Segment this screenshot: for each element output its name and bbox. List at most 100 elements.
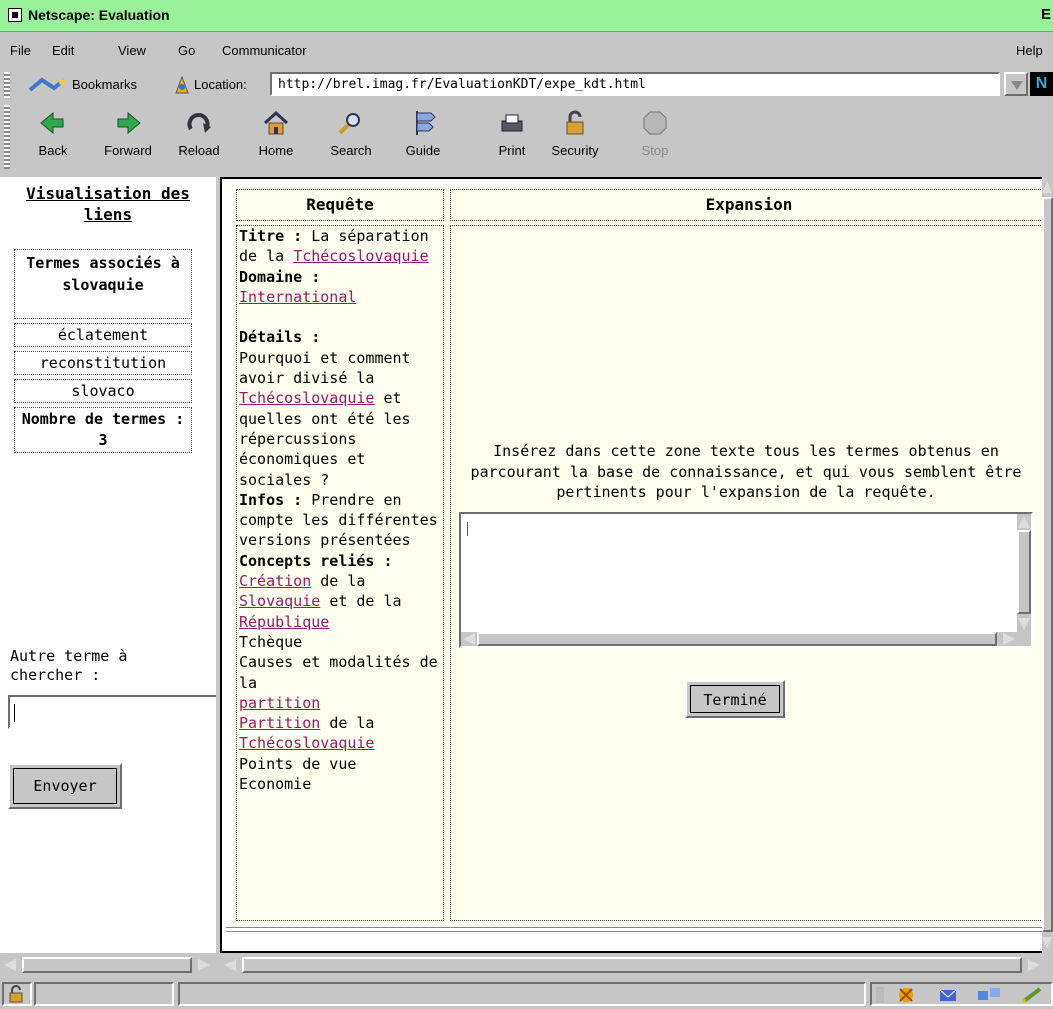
term-item[interactable]: slovaco [14, 379, 192, 403]
scroll-right-icon[interactable] [1003, 633, 1015, 645]
reload-button[interactable]: Reload [168, 105, 230, 171]
reload-icon [187, 113, 211, 133]
concepts-label: Concepts reliés : [239, 551, 393, 570]
search-button[interactable]: Search [320, 105, 382, 171]
status-message [178, 982, 866, 1006]
domain-label: Domaine : [239, 267, 321, 286]
toolbar-grip[interactable] [4, 105, 10, 169]
other-term-input[interactable] [8, 695, 216, 729]
menu-bar: File Edit View Go Communicator Help [0, 36, 1053, 64]
composer-icon[interactable] [1022, 987, 1042, 1003]
back-button[interactable]: Back [22, 105, 84, 171]
print-label: Print [498, 143, 526, 158]
details-link[interactable]: Tchécoslovaquie [239, 389, 374, 407]
stop-label: Stop [641, 143, 669, 158]
concept-link-partition-2[interactable]: Partition [239, 714, 320, 732]
url-input[interactable]: http://brel.imag.fr/EvaluationKDT/expe_k… [270, 72, 1000, 96]
location-bar-grip[interactable] [4, 72, 10, 98]
concept-link-partition[interactable]: partition [239, 694, 320, 712]
mail-icon[interactable] [939, 989, 957, 1001]
textarea-horizontal-scrollbar[interactable] [461, 632, 1017, 646]
concept-link-tchecoslovaquie[interactable]: Tchécoslovaquie [239, 734, 374, 752]
bookmarks-icon[interactable] [28, 76, 68, 94]
scroll-left-icon[interactable] [224, 959, 236, 971]
back-label: Back [38, 143, 68, 158]
concept-text: et de la [329, 592, 402, 611]
expansion-instruction: Insérez dans cette zone texte tous les t… [470, 442, 1022, 501]
scroll-down-icon[interactable] [1042, 937, 1052, 949]
left-frame-horizontal-scrollbar[interactable] [0, 955, 216, 975]
navigator-icon[interactable] [899, 988, 913, 1002]
menu-view[interactable]: View [118, 43, 146, 58]
scroll-right-icon[interactable] [198, 959, 210, 971]
scroll-left-icon[interactable] [463, 633, 475, 645]
expansion-cell: Insérez dans cette zone texte tous les t… [450, 225, 1042, 921]
scroll-up-icon[interactable] [1042, 181, 1052, 193]
forward-label: Forward [104, 143, 152, 158]
component-bar-grip[interactable] [876, 987, 884, 1003]
done-button[interactable]: Terminé [685, 680, 785, 718]
discussion-icon[interactable] [978, 988, 1000, 1000]
navigation-toolbar: Back Forward Reload Home Search Guide Pr… [0, 103, 1053, 175]
expansion-column-header: Expansion [450, 189, 1042, 221]
scroll-right-icon[interactable] [1028, 959, 1040, 971]
concept-link-republique[interactable]: République [239, 613, 329, 631]
window-menu-icon[interactable] [8, 8, 22, 22]
bookmarks-label[interactable]: Bookmarks [72, 77, 137, 92]
left-frame: Visualisation des liens Termes associés … [0, 177, 216, 953]
netscape-logo[interactable]: N [1030, 72, 1053, 96]
scroll-thumb[interactable] [242, 957, 1022, 973]
forward-button[interactable]: Forward [92, 105, 164, 171]
send-button-label: Envoyer [13, 768, 117, 804]
window-titlebar: Netscape: Evaluation E [0, 0, 1053, 32]
stop-button[interactable]: Stop [632, 105, 678, 171]
scroll-up-icon[interactable] [1018, 516, 1030, 528]
scroll-down-icon[interactable] [1018, 618, 1030, 630]
term-item[interactable]: reconstitution [14, 351, 192, 375]
security-status-icon[interactable] [2, 982, 32, 1006]
expansion-textarea-field[interactable] [461, 514, 1017, 632]
scroll-thumb[interactable] [1017, 530, 1031, 614]
send-button[interactable]: Envoyer [8, 763, 122, 809]
other-term-label: Autre terme à chercher : [10, 647, 128, 684]
menu-edit[interactable]: Edit [52, 43, 74, 58]
concept-link-slovaquie[interactable]: Slovaquie [239, 592, 320, 610]
window-title: Netscape: Evaluation [28, 7, 170, 23]
menu-communicator[interactable]: Communicator [222, 43, 307, 58]
progress-bar [34, 982, 174, 1006]
scroll-thumb[interactable] [22, 957, 192, 973]
textarea-vertical-scrollbar[interactable] [1017, 514, 1031, 632]
title-label: Titre : [239, 227, 303, 245]
print-button[interactable]: Print [492, 105, 532, 171]
guide-button[interactable]: Guide [396, 105, 450, 171]
title-link[interactable]: Tchécoslovaquie [293, 247, 428, 265]
menu-help[interactable]: Help [1016, 43, 1043, 58]
scroll-left-icon[interactable] [4, 959, 16, 971]
query-table: Requête Expansion Titre : La séparation … [232, 187, 1042, 923]
home-button[interactable]: Home [248, 105, 304, 171]
url-dropdown-button[interactable] [1004, 72, 1028, 96]
links-title[interactable]: Visualisation des liens [0, 183, 216, 225]
right-frame-horizontal-scrollbar[interactable] [220, 955, 1053, 975]
location-icon [175, 75, 189, 94]
page-vertical-scrollbar[interactable] [1042, 177, 1053, 953]
infos-label: Infos : [239, 490, 303, 509]
term-item[interactable]: éclatement [14, 323, 192, 347]
text-cursor [467, 522, 468, 536]
security-label: Security [551, 143, 599, 158]
expansion-textarea[interactable] [459, 512, 1033, 648]
done-button-label: Terminé [690, 685, 780, 713]
printer-icon [501, 114, 523, 132]
request-cell: Titre : La séparation de la Tchécoslovaq… [236, 225, 444, 921]
security-button[interactable]: Security [540, 105, 610, 171]
concept-text: de la [320, 572, 366, 591]
scroll-thumb[interactable] [477, 632, 997, 646]
concept-link-creation[interactable]: Création [239, 572, 311, 590]
lock-icon [566, 110, 584, 135]
menu-go[interactable]: Go [178, 43, 195, 58]
scroll-thumb[interactable] [1042, 197, 1053, 932]
domain-link[interactable]: International [239, 288, 356, 306]
menu-file[interactable]: File [10, 43, 31, 58]
window-title-right: E [1040, 6, 1051, 23]
stop-icon [643, 111, 667, 135]
